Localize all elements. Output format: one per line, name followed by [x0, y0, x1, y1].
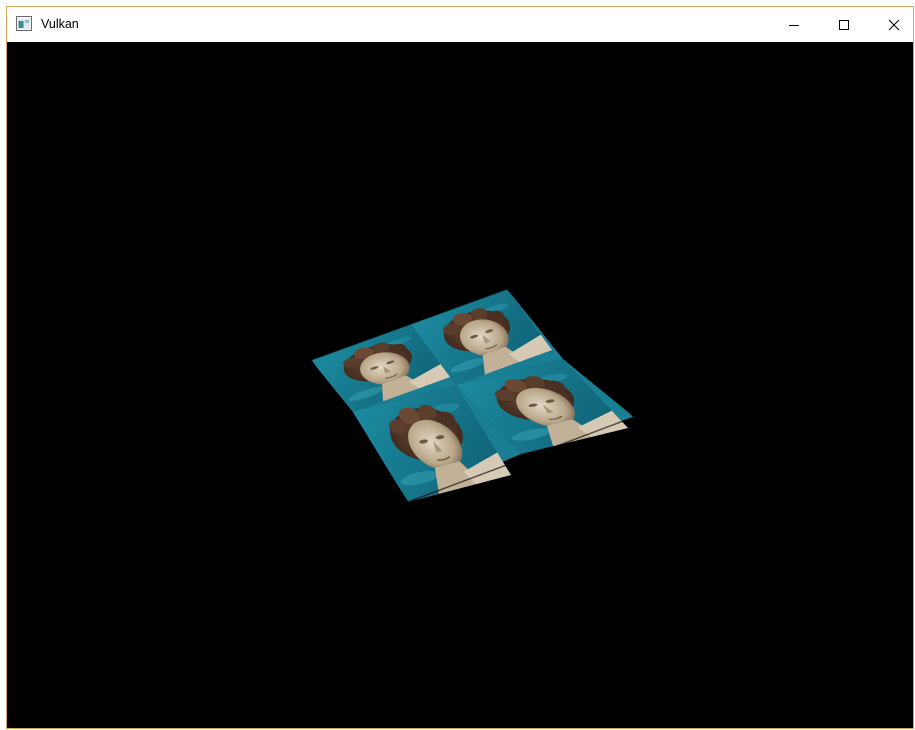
title-bar[interactable]: Vulkan — [7, 7, 913, 42]
textured-quad-scene — [309, 288, 636, 503]
app-window-icon — [16, 16, 32, 31]
close-button[interactable] — [871, 7, 913, 42]
close-icon — [888, 19, 900, 30]
window-title: Vulkan — [41, 17, 79, 31]
minimize-icon — [789, 24, 799, 26]
maximize-button[interactable] — [821, 7, 867, 42]
maximize-icon — [839, 19, 849, 30]
minimize-button[interactable] — [771, 7, 817, 42]
app-window: Vulkan — [6, 6, 914, 729]
render-viewport[interactable] — [7, 42, 913, 728]
